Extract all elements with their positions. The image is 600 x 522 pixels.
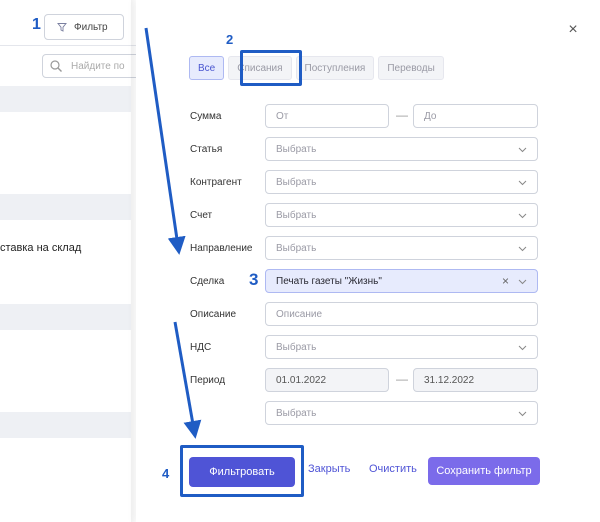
- period-to-value: 31.12.2022: [424, 374, 475, 386]
- direction-label: Направление: [190, 242, 253, 254]
- background-search-input[interactable]: Найдите по: [42, 54, 136, 78]
- chevron-down-icon: [518, 345, 527, 351]
- description-label: Описание: [190, 308, 237, 320]
- description-placeholder: Описание: [276, 308, 323, 320]
- extra-select[interactable]: Выбрать: [265, 401, 538, 425]
- deal-select[interactable]: Печать газеты "Жизнь" ×: [265, 269, 538, 293]
- close-button[interactable]: Закрыть: [308, 463, 350, 475]
- step-number-1: 1: [32, 16, 41, 33]
- vat-value: Выбрать: [276, 341, 317, 353]
- counterparty-value: Выбрать: [276, 176, 317, 188]
- range-dash: —: [396, 372, 408, 386]
- sum-from-input[interactable]: От: [265, 104, 389, 128]
- table-header-band: [0, 86, 131, 112]
- extra-value: Выбрать: [276, 407, 317, 419]
- sum-to-placeholder: До: [424, 110, 437, 122]
- vat-label: НДС: [190, 341, 212, 353]
- article-select[interactable]: Выбрать: [265, 137, 538, 161]
- period-label: Период: [190, 374, 226, 386]
- article-value: Выбрать: [276, 143, 317, 155]
- tab-write-offs[interactable]: Списания: [228, 56, 292, 80]
- account-value: Выбрать: [276, 209, 317, 221]
- background-filter-label: Фильтр: [74, 21, 108, 33]
- chevron-down-icon: [518, 213, 527, 219]
- table-row-text: ставка на склад: [0, 242, 82, 254]
- sum-from-placeholder: От: [276, 110, 289, 122]
- chevron-down-icon: [518, 180, 527, 186]
- clear-button[interactable]: Очистить: [369, 463, 417, 475]
- tab-receipts[interactable]: Поступления: [295, 56, 375, 80]
- chevron-down-icon: [518, 147, 527, 153]
- description-input[interactable]: Описание: [265, 302, 538, 326]
- background-search-placeholder: Найдите по: [71, 60, 125, 72]
- counterparty-select[interactable]: Выбрать: [265, 170, 538, 194]
- counterparty-label: Контрагент: [190, 176, 242, 188]
- save-filter-button[interactable]: Сохранить фильтр: [428, 457, 540, 485]
- clear-icon[interactable]: ×: [502, 274, 509, 288]
- step-number-2: 2: [226, 32, 234, 47]
- close-icon[interactable]: ×: [565, 22, 581, 38]
- tab-all[interactable]: Все: [189, 56, 225, 80]
- funnel-icon: [57, 23, 67, 32]
- table-group-band: [0, 304, 131, 330]
- chevron-down-icon: [518, 411, 527, 417]
- type-tabs: Все Списания Поступления Переводы: [189, 56, 444, 80]
- table-group-band: [0, 412, 131, 438]
- direction-value: Выбрать: [276, 242, 317, 254]
- filter-button[interactable]: Фильтровать: [189, 457, 295, 487]
- table-group-band: [0, 194, 131, 220]
- account-label: Счет: [190, 209, 213, 221]
- account-select[interactable]: Выбрать: [265, 203, 538, 227]
- period-to-input[interactable]: 31.12.2022: [413, 368, 538, 392]
- step-number-3: 3: [249, 270, 259, 289]
- sum-label: Сумма: [190, 110, 222, 122]
- chevron-down-icon: [518, 246, 527, 252]
- search-icon: [50, 60, 62, 72]
- divider: [0, 45, 136, 46]
- tab-transfers[interactable]: Переводы: [378, 56, 444, 80]
- step-number-4: 4: [162, 466, 170, 481]
- range-dash: —: [396, 108, 408, 122]
- period-from-input[interactable]: 01.01.2022: [265, 368, 389, 392]
- chevron-down-icon: [518, 279, 527, 285]
- background-page: Фильтр Найдите по ставка на склад: [0, 0, 136, 522]
- direction-select[interactable]: Выбрать: [265, 236, 538, 260]
- vat-select[interactable]: Выбрать: [265, 335, 538, 359]
- deal-value: Печать газеты "Жизнь": [276, 275, 382, 287]
- sum-to-input[interactable]: До: [413, 104, 538, 128]
- article-label: Статья: [190, 143, 223, 155]
- background-filter-button[interactable]: Фильтр: [44, 14, 124, 40]
- period-from-value: 01.01.2022: [276, 374, 327, 386]
